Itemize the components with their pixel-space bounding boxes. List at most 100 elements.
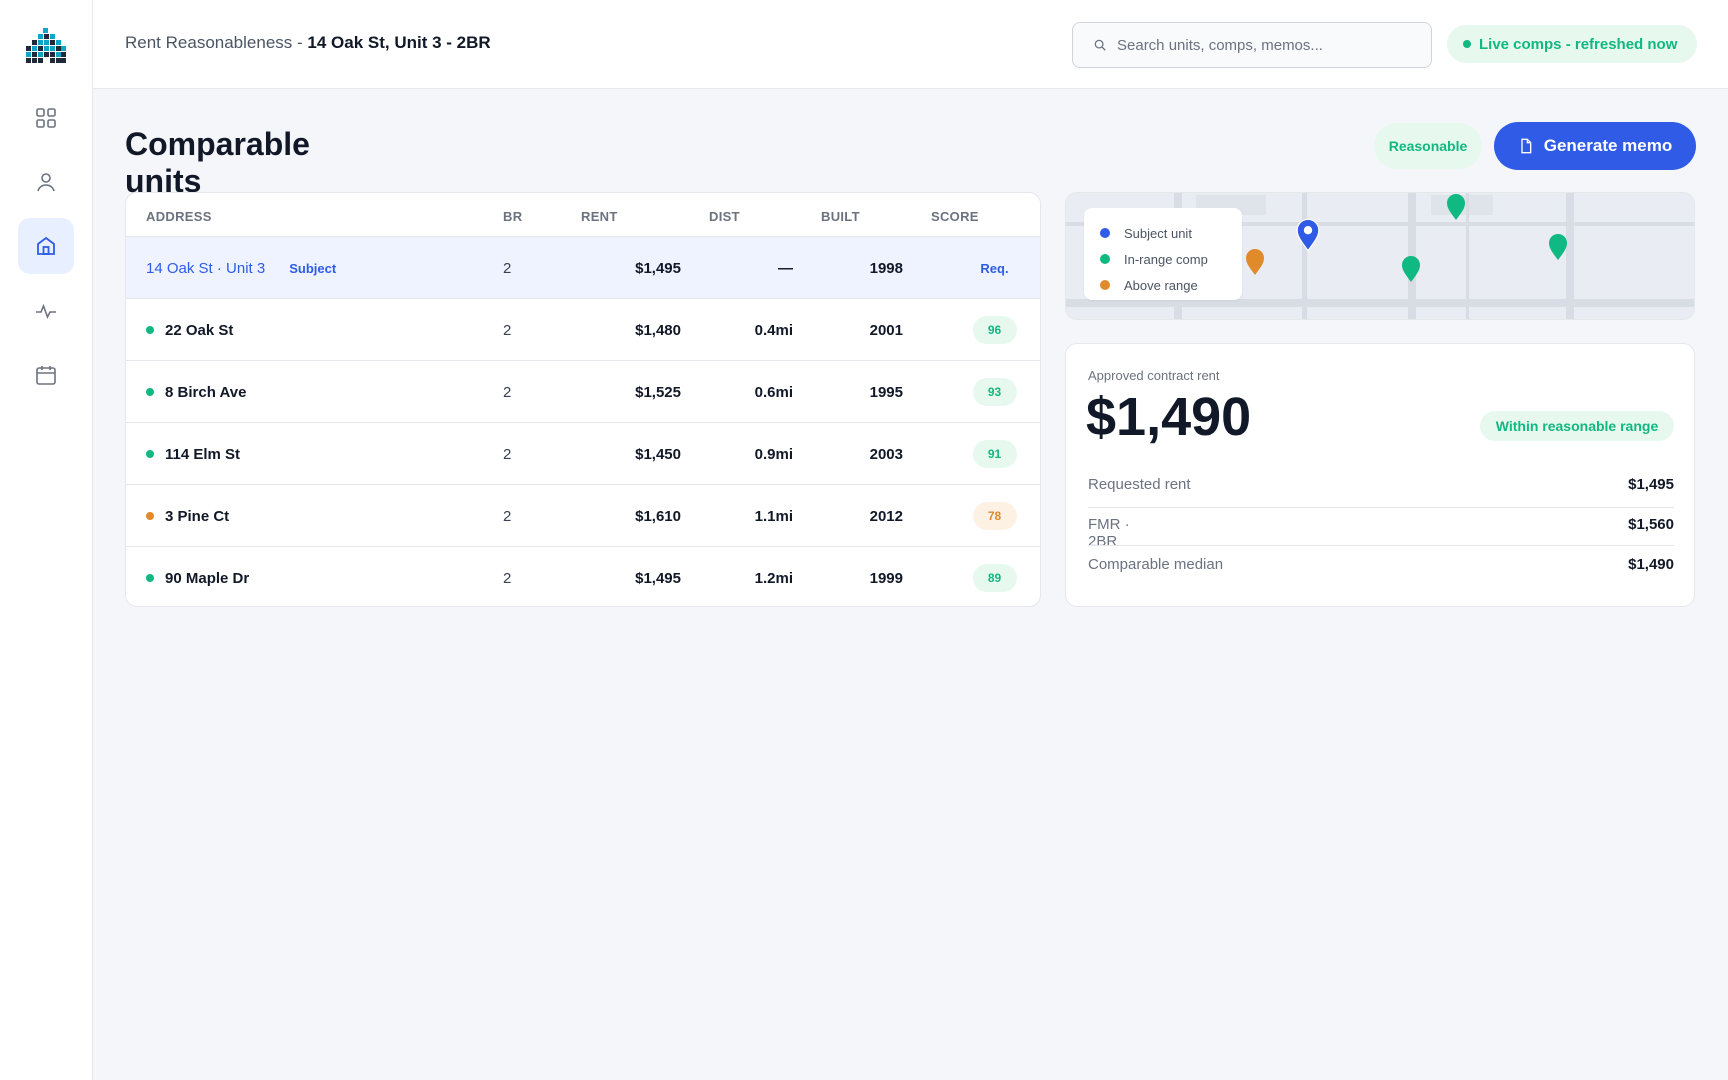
search-icon	[1094, 39, 1106, 51]
sidebar-item-properties[interactable]	[18, 218, 74, 274]
col-built-header[interactable]: BUILT	[821, 209, 860, 224]
subject-score: Req.	[980, 260, 1009, 276]
subject-dist: —	[778, 259, 793, 277]
row-built: 2012	[869, 507, 903, 525]
row-value: $1,490	[1628, 556, 1674, 573]
live-status-badge: Live comps - refreshed now	[1447, 25, 1697, 63]
row-built: 1995	[869, 383, 903, 401]
address-cell: 8 Birch Ave	[146, 361, 246, 423]
sidebar-item-tenants[interactable]	[18, 154, 74, 210]
sidebar	[0, 0, 93, 1080]
row-address: 22 Oak St	[165, 321, 234, 339]
approved-rent-label: Approved contract rent	[1088, 368, 1220, 383]
score-cell: 89	[971, 547, 1018, 606]
table-row[interactable]: 22 Oak St 2 $1,480 0.4mi 2001 96	[126, 299, 1040, 361]
legend-label: Subject unit	[1124, 225, 1192, 241]
above-range-pin[interactable]	[1245, 248, 1265, 276]
row-label: Requested rent	[1088, 476, 1191, 493]
table-header: ADDRESS BR RENT DIST BUILT SCORE	[126, 193, 1040, 237]
subject-unit-pin[interactable]	[1296, 218, 1320, 252]
subject-row[interactable]: 14 Oak St · Unit 3 Subject 2 $1,495 — 19…	[126, 237, 1040, 299]
breadcrumb-subject: 14 Oak St, Unit 3 - 2BR	[307, 33, 491, 52]
score-badge: 89	[972, 564, 1017, 592]
address-cell: 22 Oak St	[146, 299, 233, 361]
home-icon	[37, 236, 55, 255]
divider	[1088, 545, 1674, 546]
legend-item-above-range: Above range	[1100, 272, 1242, 298]
subject-address-cell: 14 Oak St · Unit 3 Subject	[146, 237, 336, 299]
score-cell: 78	[971, 485, 1018, 547]
subject-badge: Subject	[289, 260, 337, 276]
approved-rent-value: $1,490	[1086, 387, 1252, 447]
approved-rent-card: Approved contract rent $1,490 Within rea…	[1065, 343, 1695, 607]
row-address: 8 Birch Ave	[165, 383, 247, 401]
subject-address: 14 Oak St · Unit 3	[146, 259, 266, 277]
legend-label: Above range	[1124, 277, 1198, 293]
score-cell: 93	[971, 361, 1018, 423]
row-dist: 0.6mi	[754, 383, 793, 401]
sidebar-item-dashboard[interactable]	[18, 90, 74, 146]
row-br: 2	[503, 507, 512, 525]
row-dist: 0.9mi	[754, 445, 793, 463]
subject-built: 1998	[869, 259, 903, 277]
sidebar-item-calendar[interactable]	[18, 347, 74, 403]
table-row[interactable]: 114 Elm St 2 $1,450 0.9mi 2003 91	[126, 423, 1040, 485]
divider	[1088, 507, 1674, 508]
table-row[interactable]: 8 Birch Ave 2 $1,525 0.6mi 1995 93	[126, 361, 1040, 423]
search-input[interactable]	[1117, 36, 1417, 54]
row-rent: $1,480	[635, 321, 681, 339]
reasonable-status-pill: Reasonable	[1374, 123, 1482, 169]
legend-dot	[1100, 280, 1110, 290]
table-row[interactable]: 3 Pine Ct 2 $1,610 1.1mi 2012 78	[126, 485, 1040, 547]
row-built: 1999	[869, 569, 903, 587]
col-br-header[interactable]: BR	[503, 209, 522, 224]
row-rent: $1,610	[635, 507, 681, 525]
legend-dot	[1100, 228, 1110, 238]
map-legend: Subject unit In-range comp Above range	[1084, 208, 1242, 300]
row-dist: 1.1mi	[754, 507, 793, 525]
calendar-icon	[36, 366, 56, 385]
row-rent: $1,495	[635, 569, 681, 587]
col-rent-header[interactable]: RENT	[581, 209, 618, 224]
row-br: 2	[503, 321, 512, 339]
subject-br: 2	[503, 259, 512, 277]
breadcrumb-separator: -	[292, 33, 308, 52]
status-dot	[146, 512, 154, 520]
col-score-header[interactable]: SCORE	[931, 209, 979, 224]
row-value: $1,560	[1628, 516, 1674, 533]
comparable-median-row: Comparable median $1,490	[1088, 556, 1674, 573]
row-dist: 1.2mi	[754, 569, 793, 587]
top-header: Rent Reasonableness - 14 Oak St, Unit 3 …	[93, 0, 1728, 89]
address-cell: 114 Elm St	[146, 423, 240, 485]
col-dist-header[interactable]: DIST	[709, 209, 740, 224]
subject-rent: $1,495	[635, 259, 681, 277]
search-box[interactable]	[1072, 22, 1432, 68]
table-row[interactable]: 90 Maple Dr 2 $1,495 1.2mi 1999 89	[126, 547, 1040, 606]
row-address: 3 Pine Ct	[165, 507, 230, 525]
score-badge: 96	[972, 316, 1017, 344]
score-cell: 91	[971, 423, 1018, 485]
comps-map[interactable]: Subject unit In-range comp Above range	[1065, 192, 1695, 320]
legend-item-subject: Subject unit	[1100, 220, 1242, 246]
row-address: 114 Elm St	[165, 445, 241, 463]
legend-label: In-range comp	[1124, 251, 1208, 267]
in-range-pin[interactable]	[1548, 233, 1568, 261]
row-dist: 0.4mi	[754, 321, 793, 339]
generate-memo-label: Generate memo	[1543, 136, 1673, 155]
address-cell: 90 Maple Dr	[146, 547, 249, 606]
breadcrumb-section[interactable]: Rent Reasonableness	[125, 33, 292, 52]
status-dot	[146, 388, 154, 396]
grid-icon	[36, 108, 56, 128]
legend-item-in-range: In-range comp	[1100, 246, 1242, 272]
row-value: $1,495	[1628, 476, 1674, 493]
score-cell: 96	[971, 299, 1018, 361]
within-range-badge: Within reasonable range	[1480, 411, 1674, 441]
in-range-pin[interactable]	[1446, 193, 1466, 221]
score-badge: 91	[972, 440, 1017, 468]
in-range-pin[interactable]	[1401, 255, 1421, 283]
sidebar-item-activity[interactable]	[18, 283, 74, 339]
col-address-header[interactable]: ADDRESS	[146, 209, 212, 224]
live-status-text: Live comps - refreshed now	[1479, 35, 1678, 53]
activity-icon	[36, 303, 56, 320]
generate-memo-button[interactable]: Generate memo	[1494, 122, 1696, 170]
